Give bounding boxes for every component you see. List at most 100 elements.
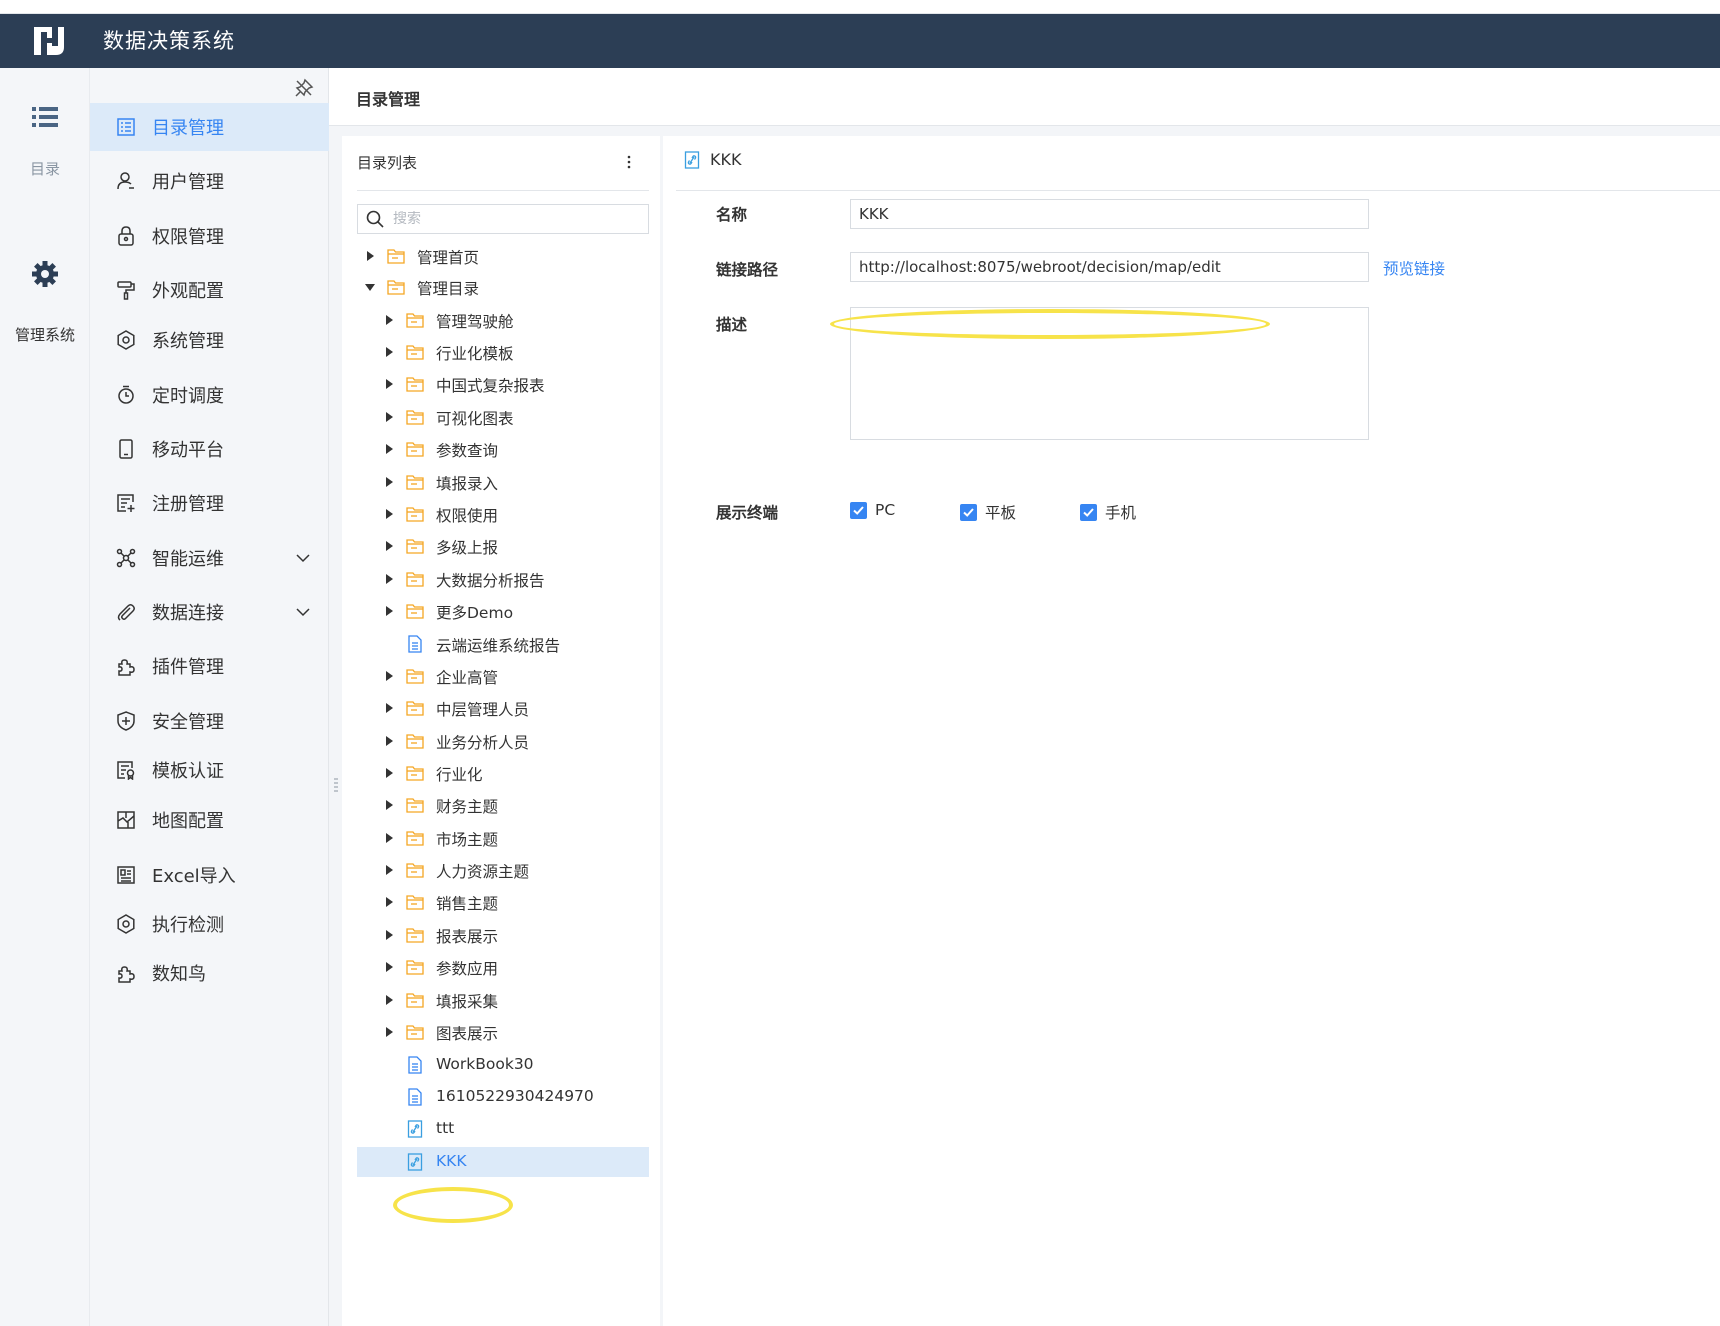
mobile-icon (116, 439, 136, 459)
caret-right-icon[interactable] (384, 1027, 394, 1037)
nav-item-system-management[interactable]: 系统管理 (90, 316, 329, 364)
terminal-checkbox-pc[interactable]: PC (850, 501, 895, 519)
nav-item-smart-ops[interactable]: 智能运维 (90, 534, 329, 582)
tree-row[interactable]: 1610522930424970 (357, 1082, 649, 1112)
tree-row[interactable]: 人力资源主题 (357, 855, 649, 885)
caret-right-icon[interactable] (384, 477, 394, 487)
caret-right-icon[interactable] (384, 736, 394, 746)
caret-right-icon[interactable] (384, 347, 394, 357)
tree-row[interactable]: WorkBook30 (357, 1050, 649, 1080)
tree-row[interactable]: 管理目录 (357, 272, 649, 302)
caret-right-icon[interactable] (384, 671, 394, 681)
tree-row[interactable]: 行业化 (357, 758, 649, 788)
report-file-icon (408, 1056, 422, 1074)
caret-right-icon[interactable] (384, 930, 394, 940)
tree-row[interactable]: ttt (357, 1114, 649, 1144)
caret-right-icon[interactable] (384, 897, 394, 907)
nav-item-mobile-platform[interactable]: 移动平台 (90, 425, 329, 473)
tree-row[interactable]: 销售主题 (357, 887, 649, 917)
directory-icon (116, 117, 136, 137)
caret-right-icon[interactable] (384, 444, 394, 454)
nav-item-shuzhiniao[interactable]: 数知鸟 (90, 949, 329, 997)
caret-right-icon[interactable] (384, 606, 394, 616)
nav-item-map-config[interactable]: 地图配置 (90, 796, 329, 844)
nav-label: Excel导入 (152, 866, 236, 887)
app-logo-icon[interactable] (30, 23, 68, 59)
rail-item-management[interactable]: 管理系统 (0, 260, 90, 345)
tree-row[interactable]: KKK (357, 1147, 649, 1177)
tree-row[interactable]: 管理驾驶舱 (357, 305, 649, 335)
terminal-checkbox-phone[interactable]: 手机 (1080, 501, 1136, 523)
caret-right-icon[interactable] (384, 833, 394, 843)
description-textarea[interactable] (850, 307, 1369, 440)
caret-right-icon[interactable] (384, 315, 394, 325)
tree-row[interactable]: 参数应用 (357, 952, 649, 982)
nav-item-data-connection[interactable]: 数据连接 (90, 588, 329, 636)
tree-row[interactable]: 企业高管 (357, 661, 649, 691)
nav-label: 权限管理 (152, 227, 224, 248)
nav-item-registration[interactable]: 注册管理 (90, 479, 329, 527)
tree-row[interactable]: 报表展示 (357, 920, 649, 950)
tree-row[interactable]: 填报采集 (357, 985, 649, 1015)
search-input[interactable] (393, 211, 633, 227)
tree-row[interactable]: 中国式复杂报表 (357, 369, 649, 399)
tree-row[interactable]: 权限使用 (357, 499, 649, 529)
link-file-icon (407, 1153, 423, 1171)
caret-right-icon[interactable] (384, 962, 394, 972)
nav-label: 插件管理 (152, 657, 224, 678)
more-vertical-icon[interactable] (626, 154, 632, 170)
terminal-checkbox-tablet[interactable]: 平板 (960, 501, 1016, 523)
folder-icon (406, 475, 424, 490)
tree-row[interactable]: 云端运维系统报告 (357, 629, 649, 659)
tree-row[interactable]: 填报录入 (357, 467, 649, 497)
tree-row[interactable]: 参数查询 (357, 434, 649, 464)
tree-row[interactable]: 大数据分析报告 (357, 564, 649, 594)
rail-label-catalog: 目录 (29, 160, 60, 178)
folder-icon (406, 928, 424, 943)
caret-right-icon[interactable] (384, 865, 394, 875)
nav-item-plugin-management[interactable]: 插件管理 (90, 642, 329, 690)
caret-right-icon[interactable] (365, 251, 375, 261)
chevron-down-icon[interactable] (295, 550, 311, 566)
caret-right-icon[interactable] (384, 412, 394, 422)
nav-item-template-certification[interactable]: 模板认证 (90, 746, 329, 794)
tree-row-label: 参数应用 (436, 960, 499, 978)
tree-row[interactable]: 行业化模板 (357, 337, 649, 367)
caret-right-icon[interactable] (384, 768, 394, 778)
nav-item-execution-check[interactable]: 执行检测 (90, 900, 329, 948)
caret-right-icon[interactable] (384, 703, 394, 713)
tree-row[interactable]: 可视化图表 (357, 402, 649, 432)
caret-right-icon[interactable] (384, 379, 394, 389)
nav-item-scheduling[interactable]: 定时调度 (90, 371, 329, 419)
caret-right-icon[interactable] (384, 509, 394, 519)
tree-search-box[interactable] (357, 204, 649, 234)
preview-link[interactable]: 预览链接 (1383, 257, 1445, 279)
caret-right-icon[interactable] (384, 995, 394, 1005)
panel-resize-handle[interactable] (334, 777, 338, 793)
folder-icon (406, 442, 424, 457)
tree-row-label: ttt (436, 1119, 455, 1137)
caret-right-icon[interactable] (384, 574, 394, 584)
nav-item-user-management[interactable]: 用户管理 (90, 157, 329, 205)
caret-right-icon[interactable] (384, 800, 394, 810)
nav-item-permission-management[interactable]: 权限管理 (90, 212, 329, 260)
caret-right-icon[interactable] (384, 541, 394, 551)
tree-row[interactable]: 财务主题 (357, 790, 649, 820)
caret-down-icon[interactable] (365, 282, 375, 292)
tree-row[interactable]: 市场主题 (357, 823, 649, 853)
pin-icon[interactable] (294, 78, 314, 98)
nav-item-directory-management[interactable]: 目录管理 (90, 103, 329, 151)
nav-item-security-management[interactable]: 安全管理 (90, 697, 329, 745)
nav-item-excel-import[interactable]: Excel导入 (90, 851, 329, 899)
chevron-down-icon[interactable] (295, 604, 311, 620)
nav-item-appearance-config[interactable]: 外观配置 (90, 266, 329, 314)
tree-row[interactable]: 更多Demo (357, 596, 649, 626)
tree-row[interactable]: 多级上报 (357, 531, 649, 561)
tree-row[interactable]: 图表展示 (357, 1017, 649, 1047)
tree-row[interactable]: 中层管理人员 (357, 693, 649, 723)
name-input[interactable] (850, 199, 1369, 229)
tree-row[interactable]: 业务分析人员 (357, 726, 649, 756)
link-path-input[interactable] (850, 252, 1369, 282)
tree-row[interactable]: 管理首页 (357, 241, 649, 271)
rail-item-catalog[interactable]: 目录 (0, 106, 90, 179)
